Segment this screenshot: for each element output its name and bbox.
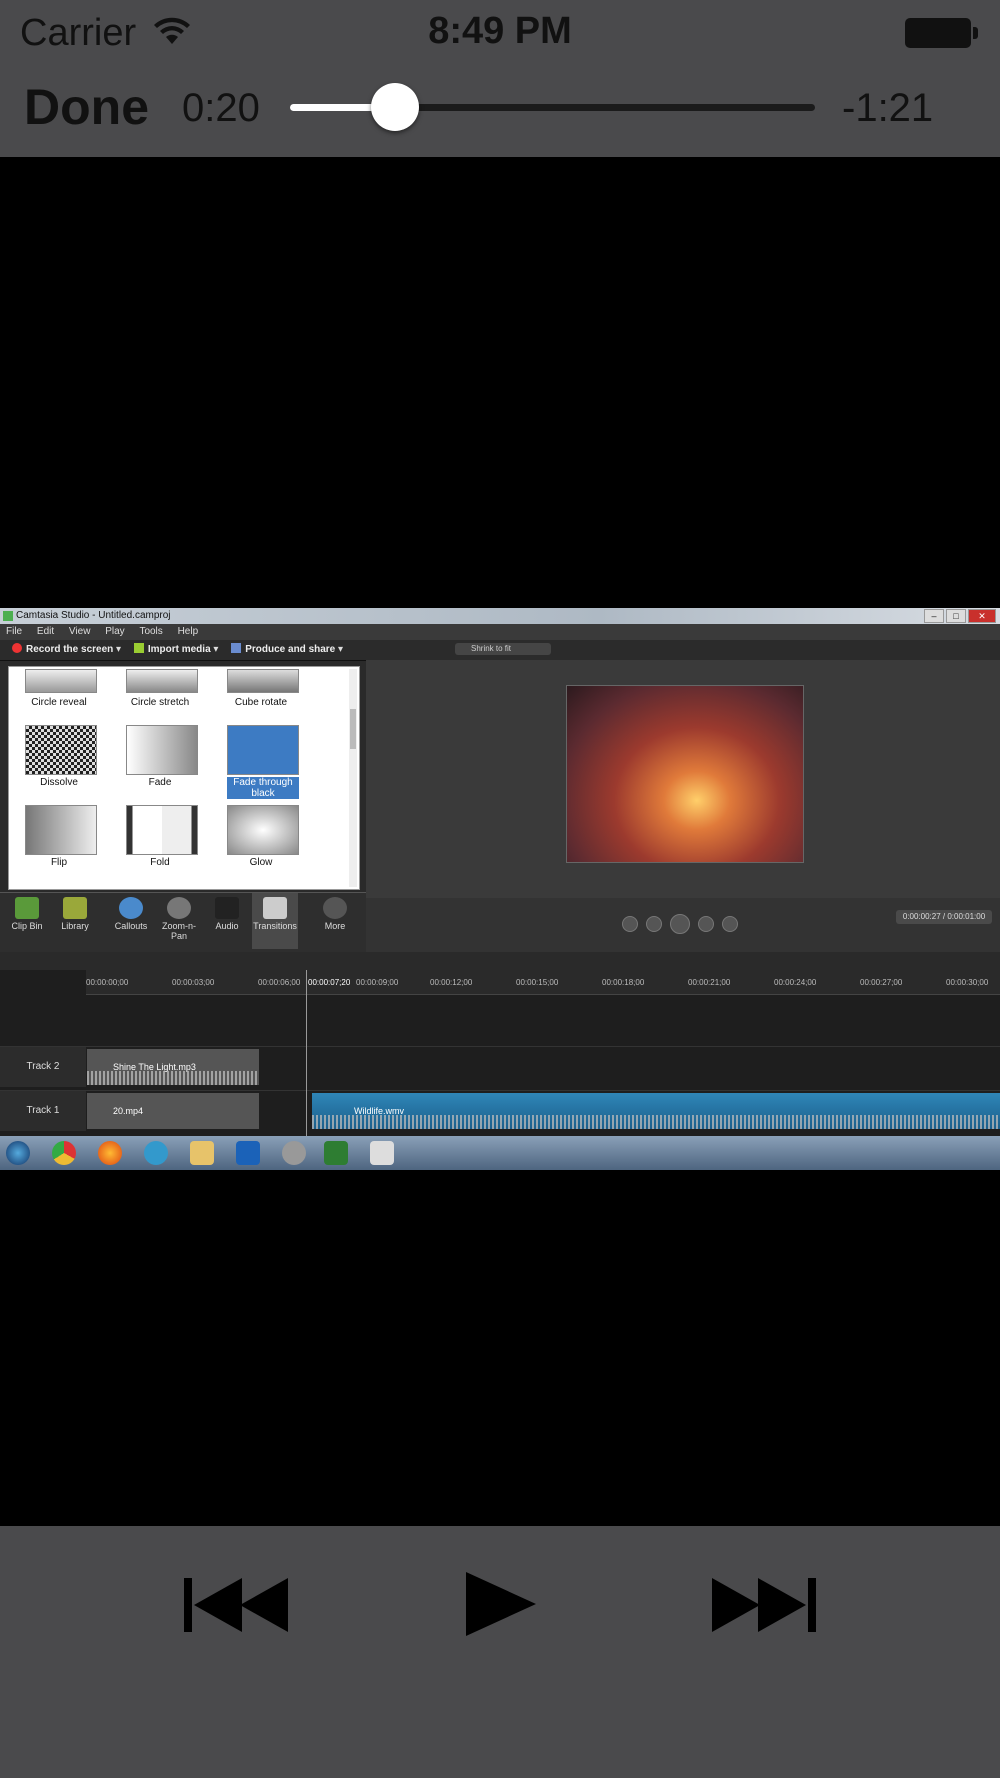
tab-audio: Audio	[204, 893, 250, 949]
close-icon: ✕	[968, 609, 996, 623]
transition-label: Circle reveal	[31, 697, 87, 708]
play-icon[interactable]	[466, 1572, 536, 1636]
preview-controls	[366, 898, 1000, 952]
skip-forward-icon	[722, 916, 738, 932]
windows-taskbar	[0, 1136, 1000, 1170]
window-title: Camtasia Studio - Untitled.camproj	[16, 610, 171, 621]
circle-reveal-thumb	[25, 669, 97, 693]
transition-label-selected: Fade through black	[227, 777, 299, 799]
fast-forward-icon[interactable]	[712, 1578, 818, 1632]
camtasia-icon	[3, 611, 13, 621]
glow-thumb	[227, 805, 299, 855]
cube-rotate-thumb	[227, 669, 299, 693]
menu-view: View	[68, 626, 91, 637]
timeline-tools	[0, 952, 1000, 970]
video-frame[interactable]: Camtasia Studio - Untitled.camproj – □ ✕ F…	[0, 608, 1000, 1170]
flip-thumb	[25, 805, 97, 855]
scrubber-thumb[interactable]	[371, 83, 419, 131]
pause-icon	[670, 914, 690, 934]
skip-back-icon	[622, 916, 638, 932]
audio-clip: Shine The Light.mp3	[87, 1049, 259, 1085]
record-icon	[12, 643, 22, 653]
folder-icon	[133, 643, 144, 653]
timeline-ruler: 00:00:00;00 00:00:03;00 00:00:06;00 00:0…	[86, 970, 1000, 995]
fade-through-black-thumb	[227, 725, 299, 775]
tab-transitions: Transitions	[252, 893, 298, 949]
explorer-icon	[190, 1141, 214, 1165]
rewind-icon[interactable]	[184, 1578, 290, 1632]
transition-label: Circle stretch	[130, 697, 190, 708]
panel-scrollbar	[349, 669, 357, 887]
transition-label: Fold	[150, 857, 170, 868]
done-button[interactable]: Done	[24, 78, 149, 136]
share-icon	[231, 643, 242, 653]
camtasia-app-icon	[324, 1141, 348, 1165]
scrubber[interactable]	[290, 83, 815, 131]
toolbar: Record the screen ▾ Import media ▾ Produ…	[0, 640, 1000, 661]
menu-help: Help	[177, 626, 199, 637]
transition-label: Cube rotate	[234, 697, 288, 708]
transition-label: Glow	[249, 857, 273, 868]
fade-thumb	[126, 725, 198, 775]
track-row: Track 1 20.mp4 Wildlife.wmv	[0, 1090, 1000, 1131]
minimize-icon: –	[924, 609, 944, 623]
preview-time: 0:00:00:27 / 0:00:01:00	[896, 910, 992, 924]
battery-icon	[905, 18, 978, 48]
tab-callouts: Callouts	[108, 893, 154, 949]
tab-zoom-n-pan: Zoom-n-Pan	[156, 893, 202, 949]
preview-image	[566, 685, 804, 863]
circle-stretch-thumb	[126, 669, 198, 693]
produce-label: Produce and share	[245, 644, 336, 655]
menu-play: Play	[105, 626, 125, 637]
track-name: Track 2	[0, 1047, 86, 1087]
transition-label: Dissolve	[40, 777, 78, 788]
window-buttons: – □ ✕	[922, 609, 996, 625]
fold-thumb	[126, 805, 198, 855]
top-bar: Carrier 8:49 PM Done 0:20 -1:21	[0, 0, 1000, 157]
record-label: Record the screen	[26, 644, 114, 655]
transitions-panel: Circle reveal Circle stretch Cube rotate…	[8, 666, 360, 890]
status-time: 8:49 PM	[428, 10, 572, 52]
window-titlebar: Camtasia Studio - Untitled.camproj – □ ✕	[0, 608, 1000, 624]
time-remaining: -1:21	[842, 86, 934, 130]
transition-label: Fade	[148, 777, 172, 788]
ie-icon	[144, 1141, 168, 1165]
outlook-icon	[236, 1141, 260, 1165]
import-label: Import media	[147, 644, 211, 655]
time-elapsed: 0:20	[182, 86, 260, 130]
video-clip: 20.mp4	[87, 1093, 259, 1129]
zoom-select: Shrink to fit	[455, 643, 551, 655]
menu-file: File	[6, 626, 23, 637]
video-clip: Wildlife.wmv	[312, 1093, 1000, 1129]
menu-edit: Edit	[36, 626, 55, 637]
track-name: Track 1	[0, 1091, 86, 1131]
playback-controls	[0, 1526, 1000, 1778]
chrome-icon	[52, 1141, 76, 1165]
tab-bar: Clip Bin Library Callouts Zoom-n-Pan Aud…	[0, 892, 366, 953]
step-forward-icon	[698, 916, 714, 932]
step-back-icon	[646, 916, 662, 932]
tab-more: More	[312, 893, 358, 949]
tab-clip-bin: Clip Bin	[4, 893, 50, 949]
menu-bar: File Edit View Play Tools Help	[0, 624, 1000, 640]
camtasia-recorder-icon	[370, 1141, 394, 1165]
maximize-icon: □	[946, 609, 966, 623]
start-icon	[6, 1141, 30, 1165]
firefox-icon	[98, 1141, 122, 1165]
tab-library: Library	[52, 893, 98, 949]
dissolve-thumb	[25, 725, 97, 775]
transition-label: Flip	[50, 857, 68, 868]
webcam-icon	[282, 1141, 306, 1165]
menu-tools: Tools	[139, 626, 163, 637]
track-row: Track 2 Shine The Light.mp3	[0, 1046, 1000, 1087]
